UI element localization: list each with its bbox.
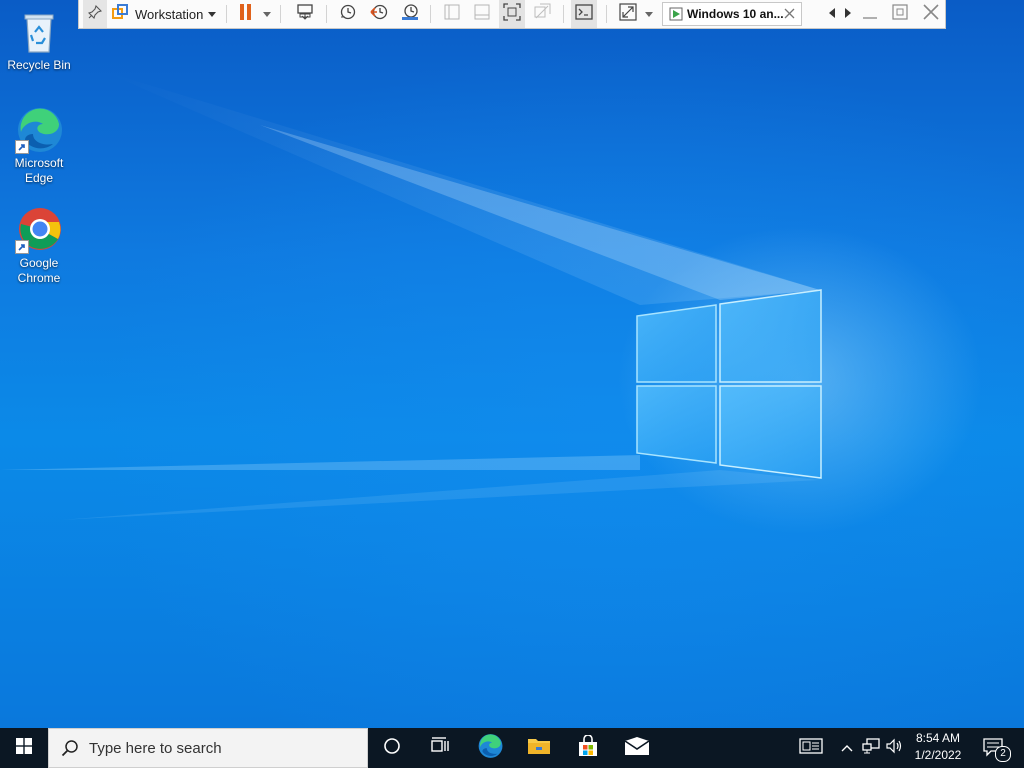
- snapshot-take-icon: [339, 3, 357, 26]
- close-tab-icon[interactable]: [784, 8, 795, 19]
- console-view-icon: [575, 3, 593, 26]
- console-view-button[interactable]: [571, 0, 597, 28]
- taskbar-search-box[interactable]: Type here to search: [48, 728, 368, 768]
- recycle-bin-icon: [15, 8, 63, 56]
- edge-icon: [15, 106, 63, 154]
- chevron-down-icon: [208, 5, 217, 23]
- workstation-menu[interactable]: Workstation: [135, 0, 223, 28]
- desktop-icon-microsoft-edge[interactable]: Microsoft Edge: [4, 106, 74, 186]
- snapshot-manager-button[interactable]: [397, 0, 423, 28]
- edge-icon: [477, 733, 503, 764]
- tab-next-button[interactable]: [841, 0, 855, 28]
- pause-icon: [239, 3, 253, 25]
- take-snapshot-button[interactable]: [335, 0, 361, 28]
- volume-icon: [886, 738, 904, 759]
- chevron-up-icon: [841, 739, 853, 757]
- tab-prev-button[interactable]: [825, 0, 839, 28]
- revert-snapshot-button[interactable]: [366, 0, 392, 28]
- taskbar-clock[interactable]: 8:54 AM 1/2/2022: [906, 730, 970, 766]
- news-icon: [799, 737, 823, 759]
- show-hidden-icons-button[interactable]: [838, 728, 856, 768]
- restore-icon: [892, 3, 908, 25]
- thumbnail-view-button[interactable]: [469, 0, 495, 28]
- pin-toolbar-button[interactable]: [83, 0, 107, 28]
- task-view-button[interactable]: [416, 728, 464, 768]
- unity-button[interactable]: [529, 0, 555, 28]
- desktop-icon-label: Google Chrome: [17, 256, 61, 285]
- desktop-icon-google-chrome[interactable]: Google Chrome: [4, 206, 74, 286]
- library-view-button[interactable]: [439, 0, 465, 28]
- desktop-icon-label: Recycle Bin: [7, 58, 71, 72]
- clock-date: 1/2/2022: [914, 748, 962, 762]
- taskbar: Type here to search 8:54 AM 1/2/2022 2: [0, 728, 1024, 768]
- vmware-logo: [109, 0, 131, 28]
- vm-tab[interactable]: Windows 10 an...: [662, 2, 802, 26]
- chrome-icon: [15, 206, 63, 254]
- task-view-icon: [430, 736, 450, 760]
- power-menu-dropdown[interactable]: [259, 0, 275, 28]
- close-button[interactable]: [919, 0, 943, 28]
- cortana-button[interactable]: [368, 728, 416, 768]
- shortcut-arrow-icon: [15, 140, 29, 154]
- chevron-down-icon: [645, 5, 653, 23]
- cortana-icon: [383, 737, 401, 760]
- minimize-icon: [862, 4, 878, 25]
- chevron-down-icon: [263, 5, 271, 23]
- desktop-icon-recycle-bin[interactable]: Recycle Bin: [4, 8, 74, 73]
- windows-start-icon: [16, 737, 32, 759]
- fullscreen-icon: [619, 2, 637, 26]
- taskbar-mail-button[interactable]: [613, 728, 661, 768]
- mail-icon: [624, 736, 650, 761]
- clock-time: 8:54 AM: [915, 731, 961, 745]
- network-icon: [862, 737, 880, 759]
- vmware-toolbar: Workstation Windows 10 an...: [78, 0, 946, 29]
- taskbar-store-button[interactable]: [564, 728, 612, 768]
- tab-prev-icon: [829, 5, 835, 23]
- restore-button[interactable]: [889, 0, 911, 28]
- fit-guest-button[interactable]: [499, 0, 525, 28]
- fit-guest-icon: [503, 2, 521, 26]
- close-icon: [922, 3, 940, 26]
- taskbar-file-explorer-button[interactable]: [515, 728, 563, 768]
- search-placeholder: Type here to search: [89, 739, 222, 757]
- tab-next-icon: [845, 5, 851, 23]
- minimize-button[interactable]: [860, 0, 880, 28]
- workstation-menu-label: Workstation: [135, 6, 204, 22]
- vmware-logo-icon: [112, 3, 128, 25]
- pin-icon: [87, 4, 103, 24]
- desktop-background: Recycle Bin Microsoft Edge Google Chrome: [0, 0, 1024, 728]
- vm-running-icon: [669, 7, 683, 21]
- unity-icon: [533, 3, 551, 26]
- taskbar-edge-button[interactable]: [466, 728, 514, 768]
- volume-button[interactable]: [884, 728, 906, 768]
- thumbnail-view-icon: [474, 4, 490, 25]
- windows-logo-wallpaper: [636, 289, 822, 479]
- action-center-button[interactable]: 2: [978, 728, 1011, 768]
- shortcut-arrow-icon: [15, 240, 29, 254]
- microsoft-store-icon: [577, 733, 599, 762]
- notification-count-badge: 2: [995, 746, 1011, 762]
- send-ctrl-alt-del-button[interactable]: [293, 0, 317, 28]
- search-icon: [61, 739, 79, 757]
- start-button[interactable]: [0, 728, 48, 768]
- desktop-icon-label: Microsoft Edge: [14, 156, 64, 185]
- news-and-interests-button[interactable]: [796, 728, 826, 768]
- send-ctrl-alt-del-icon: [296, 3, 314, 25]
- snapshot-manager-icon: [401, 3, 419, 26]
- pause-button[interactable]: [233, 0, 259, 28]
- network-button[interactable]: [860, 728, 882, 768]
- snapshot-revert-icon: [370, 3, 388, 26]
- view-menu-dropdown[interactable]: [641, 0, 657, 28]
- vm-tab-title: Windows 10 an...: [687, 7, 784, 21]
- notifications-icon: 2: [983, 738, 1011, 762]
- fullscreen-button[interactable]: [615, 0, 641, 28]
- file-explorer-icon: [527, 736, 551, 761]
- library-view-icon: [444, 4, 460, 25]
